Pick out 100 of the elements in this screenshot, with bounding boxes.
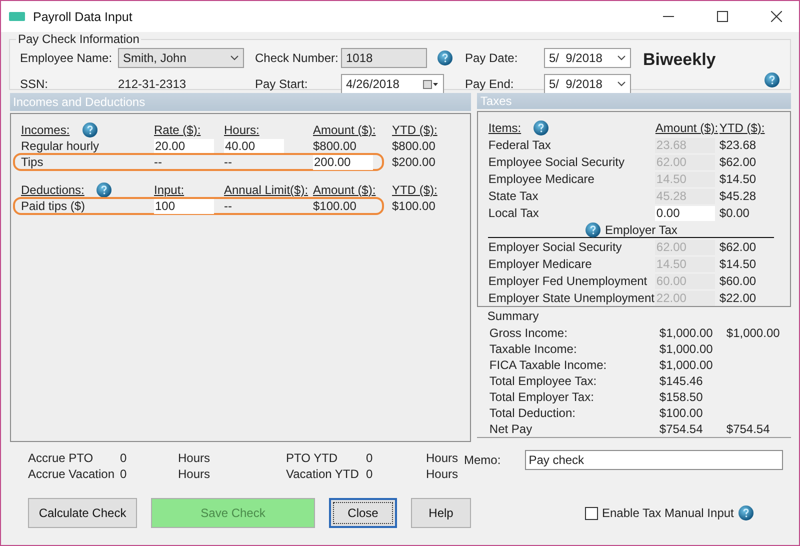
- row-label: Federal Tax: [488, 137, 552, 153]
- caret-icon: [617, 81, 626, 87]
- field-label: Vacation YTD: [286, 467, 360, 481]
- input-field[interactable]: 20.00: [154, 138, 214, 154]
- field-label: Pay End:: [465, 77, 515, 91]
- action-button[interactable]: Close: [329, 498, 397, 528]
- input-field[interactable]: 200.00: [313, 154, 373, 170]
- pay-frequency: Biweekly: [643, 50, 716, 70]
- table-cell-text: $60.00: [719, 273, 758, 289]
- table-cell-text: $0.00: [719, 205, 750, 221]
- row-label: Total Employee Tax:: [489, 373, 598, 389]
- table-cell-text: $62.00: [719, 239, 758, 255]
- maximize-icon: [716, 11, 728, 22]
- pay-date-picker[interactable]: 5/ 9/2018: [544, 48, 631, 68]
- table-cell-text: $145.46: [659, 373, 704, 389]
- employee-dropdown[interactable]: Smith, John: [118, 48, 244, 68]
- help-icon[interactable]: [584, 222, 601, 238]
- row-label: Employer Medicare: [488, 256, 593, 272]
- field-label: Accrue Vacation: [28, 467, 116, 481]
- unit-label: Hours: [426, 451, 460, 465]
- column-header: Hours:: [224, 122, 260, 138]
- window-title: Payroll Data Input: [33, 10, 134, 24]
- row-label: Taxable Income:: [489, 341, 578, 357]
- row-label: State Tax: [488, 188, 540, 204]
- table-cell-text: $754.54: [726, 421, 771, 437]
- row-label: Gross Income:: [489, 325, 568, 341]
- table-cell-text: $754.54: [659, 421, 704, 437]
- action-button[interactable]: Calculate Check: [28, 498, 137, 528]
- field-label: Check Number:: [255, 51, 340, 65]
- table-cell-text: $62.00: [719, 154, 758, 170]
- input-field[interactable]: 40.00: [224, 138, 284, 154]
- row-label: Net Pay: [489, 421, 534, 437]
- caret-icon: [617, 55, 626, 61]
- row-label: Employee Social Security: [488, 154, 626, 170]
- table-cell-text: $100.00: [659, 405, 704, 421]
- unit-label: Hours: [426, 467, 460, 481]
- column-header: Incomes:: [21, 122, 154, 138]
- table-cell: --: [154, 155, 162, 169]
- column-header: Items:: [488, 120, 656, 136]
- table-cell-text: $22.00: [719, 290, 758, 306]
- row-label: Tips: [21, 155, 44, 169]
- accrual-value: 0: [366, 451, 374, 465]
- table-cell-text: $45.28: [719, 188, 758, 204]
- row-label: Regular hourly: [21, 139, 100, 153]
- row-label: FICA Taxable Income:: [489, 357, 608, 373]
- table-cell-text: $1,000.00: [659, 341, 714, 357]
- group-title: Pay Check Information: [17, 32, 140, 46]
- action-button[interactable]: Help: [411, 498, 471, 528]
- help-icon[interactable]: [764, 72, 780, 88]
- help-icon[interactable]: [533, 120, 550, 136]
- unit-label: Hours: [178, 451, 212, 465]
- table-cell-text: $1,000.00: [659, 357, 714, 373]
- help-icon[interactable]: [96, 182, 112, 198]
- pay-start-date-picker[interactable]: 4/26/2018: [341, 74, 444, 94]
- panel-header: Incomes and Deductions: [10, 93, 472, 111]
- close-icon: [770, 11, 782, 22]
- column-header: YTD ($):: [719, 120, 766, 136]
- column-header: YTD ($):: [392, 122, 438, 138]
- row-label: Total Deduction:: [489, 405, 576, 421]
- input-field[interactable]: 100: [154, 198, 214, 214]
- field-label: Employee Name:: [20, 51, 114, 65]
- unit-label: Hours: [178, 467, 212, 481]
- row-label: Employer Fed Unemployment: [488, 273, 648, 289]
- table-cell: $800.00: [313, 139, 356, 153]
- caret-icon: [230, 55, 239, 61]
- field-label: Memo:: [464, 453, 501, 467]
- table-cell-text: $14.50: [719, 256, 758, 272]
- column-header: Input:: [154, 182, 186, 198]
- help-icon[interactable]: [82, 122, 98, 138]
- column-header: Amount ($):: [313, 122, 377, 138]
- accrual-value: 0: [120, 451, 128, 465]
- checkbox[interactable]: [585, 506, 598, 520]
- column-header: Annual Limit($):: [224, 182, 310, 198]
- field-label: Pay Start:: [255, 77, 309, 91]
- column-header: Rate ($):: [154, 122, 202, 138]
- panel-header: Taxes: [477, 93, 791, 109]
- input-field[interactable]: 0.00: [655, 206, 716, 220]
- table-cell-text: $14.50: [719, 171, 758, 187]
- field-label: SSN:: [20, 77, 50, 91]
- column-header: Amount ($):: [313, 182, 377, 198]
- section-title: Summary: [487, 309, 540, 325]
- table-cell: --: [224, 199, 232, 213]
- accrual-value: 0: [366, 467, 374, 481]
- accrual-value: 0: [120, 467, 128, 481]
- row-label: Local Tax: [488, 205, 540, 221]
- table-cell: --: [224, 155, 232, 169]
- row-label: Employee Medicare: [488, 171, 596, 187]
- help-icon[interactable]: [437, 50, 453, 66]
- calendar-icon: [423, 80, 439, 88]
- check-number-field[interactable]: 1018: [341, 48, 427, 68]
- section-title: Employer Tax: [604, 222, 678, 236]
- row-label: Employer State Unemployment: [488, 290, 656, 306]
- table-cell-text: $23.68: [719, 137, 758, 153]
- help-icon[interactable]: [738, 505, 754, 521]
- memo-field[interactable]: Pay check: [524, 450, 783, 470]
- pay-end-date-picker[interactable]: 5/ 9/2018: [544, 74, 631, 94]
- row-label: Paid tips ($): [21, 199, 86, 213]
- table-cell: $100.00: [313, 199, 356, 213]
- table-cell-text: $1,000.00: [659, 325, 714, 341]
- table-cell: $800.00: [392, 139, 436, 153]
